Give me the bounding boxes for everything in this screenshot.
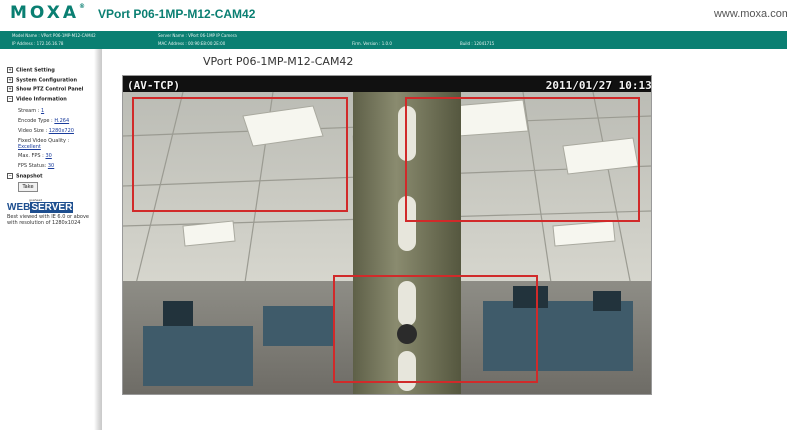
stream-label: Stream : xyxy=(18,108,40,114)
menu-client-setting[interactable]: + Client Setting xyxy=(7,67,55,74)
sidebar xyxy=(0,49,100,430)
page-title: VPort P06-1MP-M12-CAM42 xyxy=(203,55,354,68)
menu-label: Snapshot xyxy=(16,173,43,180)
logo-web-part: WEB xyxy=(7,202,31,213)
firmware-version-text: Firm. Version : 1.0.0 xyxy=(352,41,392,46)
max-fps-link[interactable]: 30 xyxy=(45,153,51,159)
motion-detection-region-2[interactable] xyxy=(405,97,640,222)
motion-detection-region-3[interactable] xyxy=(333,275,538,383)
fixed-quality-value: Excellent xyxy=(18,144,41,150)
logo-text: MOXA xyxy=(10,3,80,23)
video-size-label: Video Size : xyxy=(18,128,48,134)
menu-snapshot[interactable]: − Snapshot xyxy=(7,173,42,180)
mac-address-text: MAC Address : 00:90:E8:00:2E:00 xyxy=(158,41,226,46)
logo-server-part: SERVER xyxy=(30,202,74,213)
menu-label: Video Information xyxy=(16,96,67,103)
video-size-link[interactable]: 1280x720 xyxy=(49,128,74,134)
stream-info: Stream : 1 xyxy=(18,108,44,114)
top-header: MOXA® VPort P06-1MP-M12-CAM42 www.moxa.c… xyxy=(0,0,787,30)
fixed-quality-link[interactable]: Excellent xyxy=(18,144,41,150)
encode-type-link[interactable]: H.264 xyxy=(54,118,69,124)
moxa-logo: MOXA® xyxy=(10,3,85,23)
live-video-view[interactable]: (AV-TCP) 2011/01/27 10:13:0 xyxy=(122,75,652,395)
fps-status-link[interactable]: 30 xyxy=(48,163,54,169)
expand-plus-icon: + xyxy=(7,77,13,83)
build-text: Build : 12041715 xyxy=(460,41,495,46)
menu-label: System Configuration xyxy=(16,77,78,84)
expand-plus-icon: + xyxy=(7,86,13,92)
encode-type-info: Encode Type : H.264 xyxy=(18,118,69,124)
menu-system-configuration[interactable]: + System Configuration xyxy=(7,77,77,84)
device-title: VPort P06-1MP-M12-CAM42 xyxy=(98,7,256,21)
fps-status-info: FPS Status: 30 xyxy=(18,163,54,169)
device-info-bar: Model Name : VPort P06-1MP-M12-CAM42 IP … xyxy=(0,31,787,49)
max-fps-info: Max. FPS : 30 xyxy=(18,153,52,159)
collapse-minus-icon: − xyxy=(7,96,13,102)
server-name-text: Server Name : VPort 06-1MP IP Camera xyxy=(158,33,237,38)
stream-link[interactable]: 1 xyxy=(41,108,44,114)
sidebar-divider xyxy=(94,49,102,430)
collapse-minus-icon: − xyxy=(7,173,13,179)
model-name-text: Model Name : VPort P06-1MP-M12-CAM42 xyxy=(12,33,96,38)
take-snapshot-button[interactable]: Take xyxy=(18,182,38,192)
stream-protocol-overlay: (AV-TCP) xyxy=(127,79,180,92)
logo-trademark: ® xyxy=(79,3,86,10)
menu-label: Show PTZ Control Panel xyxy=(16,86,84,93)
moxa-website-link[interactable]: www.moxa.com xyxy=(714,8,787,20)
video-size-info: Video Size : 1280x720 xyxy=(18,128,74,134)
motion-detection-region-1[interactable] xyxy=(132,97,348,212)
fps-status-label: FPS Status: xyxy=(18,163,47,169)
menu-label: Client Setting xyxy=(16,67,55,74)
max-fps-label: Max. FPS : xyxy=(18,153,44,159)
expand-plus-icon: + xyxy=(7,67,13,73)
logo-webserver-text: WEBSERVER xyxy=(7,202,74,213)
menu-show-ptz-control-panel[interactable]: + Show PTZ Control Panel xyxy=(7,86,83,93)
browser-recommendation-note: Best viewed with IE 6.0 or above with re… xyxy=(7,214,90,226)
goahead-webserver-logo: goahead WEBSERVER xyxy=(7,198,74,214)
ip-address-text: IP Address : 172.16.16.78 xyxy=(12,41,64,46)
menu-video-information[interactable]: − Video Information xyxy=(7,96,67,103)
timestamp-overlay: 2011/01/27 10:13:0 xyxy=(545,79,652,92)
encode-type-label: Encode Type : xyxy=(18,118,53,124)
